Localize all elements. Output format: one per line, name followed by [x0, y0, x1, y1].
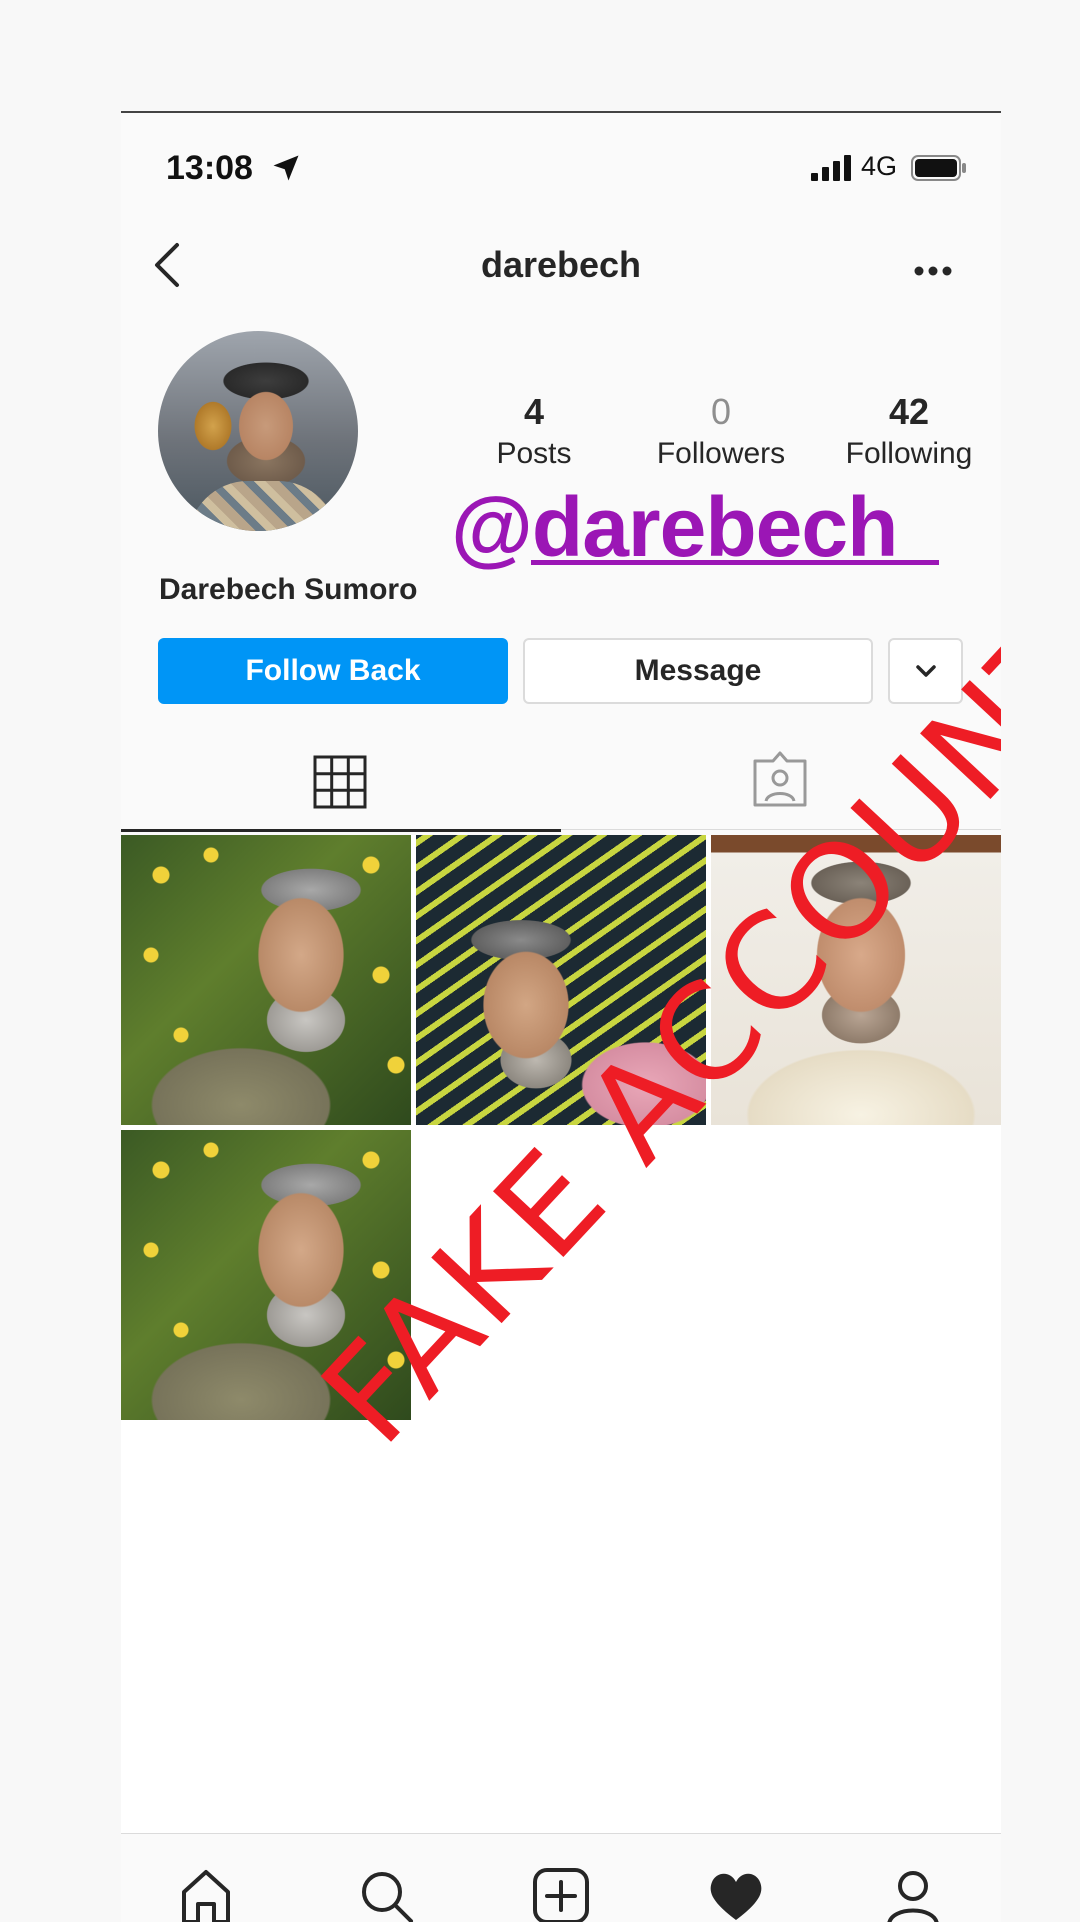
profile-avatar[interactable]: [158, 331, 358, 531]
stat-following[interactable]: 42 Following: [829, 391, 989, 471]
phone-screen: 13:08 4G darebech 4 Posts 0 Followers 42…: [121, 111, 1001, 1922]
stat-posts[interactable]: 4 Posts: [454, 391, 614, 471]
stat-following-label: Following: [845, 437, 973, 470]
stat-followers-value: 0: [710, 391, 732, 432]
signal-icon: [811, 155, 851, 181]
profile-icon[interactable]: [883, 1866, 943, 1922]
tab-tagged[interactable]: [561, 733, 1001, 830]
stat-posts-label: Posts: [496, 437, 572, 470]
profile-tabs: [121, 733, 1001, 832]
activity-heart-icon[interactable]: [706, 1866, 766, 1922]
grid-photo-3[interactable]: [711, 835, 1001, 1125]
location-arrow-icon: [273, 155, 299, 181]
tab-grid[interactable]: [121, 733, 561, 832]
handle-underline: [531, 560, 939, 565]
grid-icon: [313, 755, 367, 809]
profile-username-title: darebech: [480, 244, 642, 285]
stat-following-value: 42: [888, 391, 930, 432]
home-icon[interactable]: [176, 1866, 236, 1922]
grid-photo-1[interactable]: [121, 835, 411, 1125]
status-bar: 13:08 4G: [121, 113, 1001, 223]
avatar-shirt: [188, 481, 338, 531]
photo-grid: [121, 835, 1001, 1922]
battery-icon: [911, 155, 966, 181]
message-button[interactable]: Message: [523, 638, 873, 704]
add-post-icon[interactable]: [531, 1866, 591, 1922]
more-options-icon[interactable]: [913, 265, 953, 277]
chevron-down-icon: [915, 665, 936, 677]
stat-followers-label: Followers: [656, 437, 786, 470]
grid-photo-2[interactable]: [416, 835, 706, 1125]
profile-full-name: Darebech Sumoro: [159, 573, 418, 606]
grid-photo-4[interactable]: [121, 1130, 411, 1420]
network-type: 4G: [861, 151, 898, 181]
follow-back-button[interactable]: Follow Back: [158, 638, 508, 704]
stat-followers[interactable]: 0 Followers: [641, 391, 801, 471]
tagged-icon: [753, 751, 807, 807]
stat-posts-value: 4: [523, 391, 545, 432]
suggestions-dropdown-button[interactable]: [888, 638, 963, 704]
search-icon[interactable]: [356, 1866, 416, 1922]
status-time: 13:08: [166, 149, 253, 187]
